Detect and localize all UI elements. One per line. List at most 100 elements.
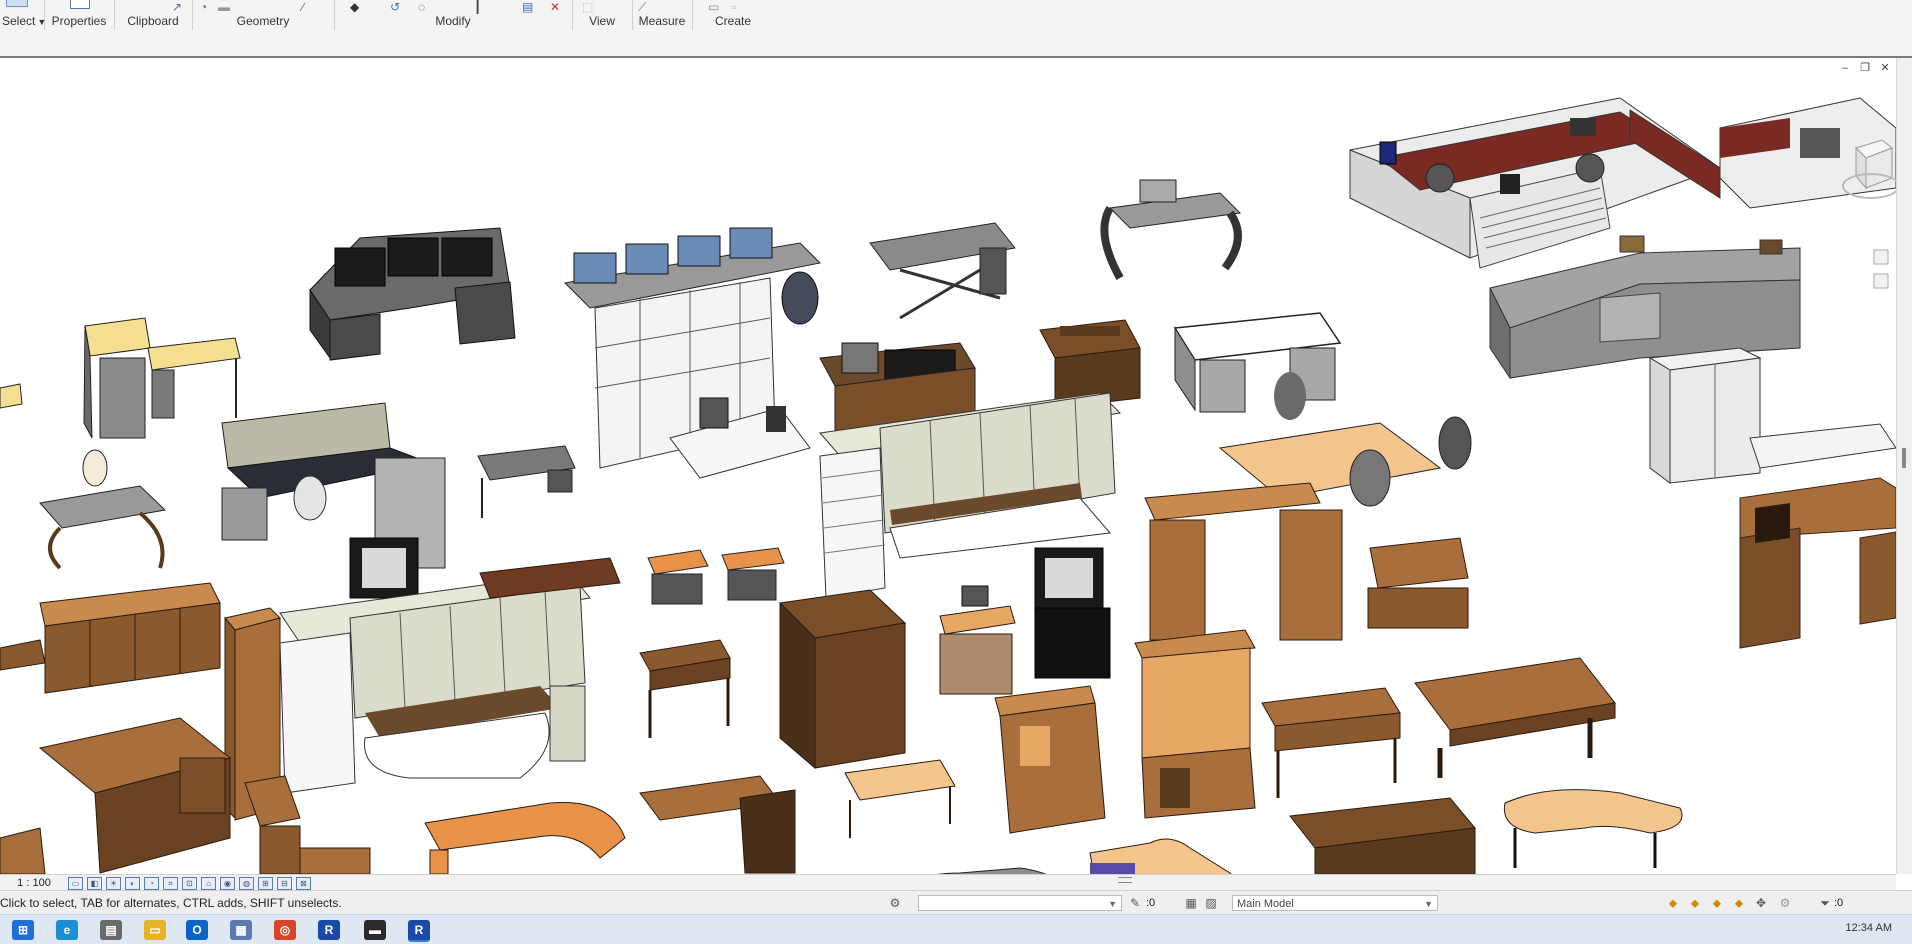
wood-desk-with-drawers[interactable] — [244, 775, 371, 874]
furniture-model-canvas[interactable] — [0, 58, 1896, 874]
join-icon[interactable]: ▬ — [218, 0, 230, 14]
simple-gray-desk[interactable] — [477, 445, 576, 518]
classic-writing-desk[interactable] — [1261, 687, 1401, 798]
array-icon[interactable]: ▤ — [522, 0, 533, 14]
drag-elements-icon[interactable]: ✥ — [1754, 896, 1768, 910]
small-student-desks[interactable] — [647, 547, 785, 605]
ornate-sculpted-desk[interactable] — [39, 449, 167, 570]
select-by-face-icon[interactable]: ⬥ — [1732, 896, 1746, 910]
wood-corner-desk[interactable] — [639, 775, 796, 874]
design-option-dropdown[interactable]: Main Model ▼ — [1232, 895, 1438, 911]
wood-hutch-right[interactable] — [1739, 423, 1896, 649]
chevron-down-icon[interactable]: ▼ — [1108, 896, 1117, 912]
editable-only-count: :0 — [1146, 897, 1156, 909]
standing-desk[interactable] — [869, 222, 1016, 320]
wood-hutch-desk[interactable] — [1134, 629, 1256, 819]
os-taskbar: ⊞ e ▤ ▭ O ▦ ◎ R ▬ R 12:34 AM — [0, 914, 1912, 944]
unlock-3d-icon[interactable]: ⌂ — [201, 876, 216, 890]
wood-writing-desk[interactable] — [639, 639, 731, 738]
3d-viewport[interactable]: – ❐ ✕ — [0, 58, 1896, 874]
restore-icon[interactable]: ❐ — [1858, 62, 1872, 74]
show-crop-icon[interactable]: ⊡ — [182, 876, 197, 890]
view-scale[interactable]: 1 : 100 — [0, 877, 68, 889]
highlight-displacement-icon[interactable]: ⊠ — [296, 876, 311, 890]
sculpted-gray-desk[interactable] — [1100, 179, 1242, 280]
kidney-desk[interactable] — [1089, 838, 1236, 874]
analytical-model-icon[interactable]: ⊟ — [277, 876, 292, 890]
modify-tool-icon[interactable] — [6, 0, 28, 7]
dark-wood-cabinet[interactable] — [778, 589, 907, 770]
create-parts-icon[interactable]: ▫ — [732, 0, 736, 14]
properties-icon[interactable] — [70, 0, 90, 9]
orange-curved-desk[interactable] — [424, 801, 626, 874]
hide-element-icon[interactable]: ⬚ — [582, 0, 593, 14]
outlook-icon[interactable]: O — [186, 920, 208, 940]
chrome-icon[interactable]: ◎ — [274, 920, 296, 940]
reveal-hidden-icon[interactable]: ◍ — [239, 876, 254, 890]
computer-armoire[interactable] — [994, 685, 1106, 834]
edge-icon[interactable]: e — [56, 920, 78, 940]
multi-monitor-workstation[interactable] — [563, 227, 822, 479]
rotate-icon[interactable]: ↺ — [390, 0, 400, 14]
explorer-icon[interactable]: ▭ — [144, 920, 166, 940]
scrollbar-thumb[interactable] — [1902, 448, 1906, 468]
horizontal-scroll-marker[interactable] — [1118, 877, 1132, 883]
create-assembly-icon[interactable]: ▭ — [708, 0, 719, 14]
revit-active-icon[interactable]: R — [408, 920, 430, 942]
executive-desk[interactable] — [1289, 797, 1476, 874]
design-options-icon[interactable]: ▦ — [1184, 896, 1198, 910]
vertical-scrollbar[interactable] — [1896, 58, 1912, 874]
wood-sideboard[interactable] — [39, 582, 221, 694]
gaming-computer-desk[interactable] — [309, 227, 516, 361]
ribbon-panel-geometry: ◔ ▬ ∕ Geometry — [192, 0, 335, 30]
light-wood-table[interactable] — [844, 759, 956, 838]
delete-icon[interactable]: ✕ — [550, 0, 560, 14]
minimize-icon[interactable]: – — [1838, 62, 1852, 74]
revit-icon[interactable]: R — [318, 920, 340, 940]
align-icon[interactable]: ◆ — [350, 0, 359, 14]
temporary-hide-icon[interactable]: ◉ — [220, 876, 235, 890]
select-links-icon[interactable]: ⬥ — [1666, 896, 1680, 910]
cut-icon[interactable]: ∕ — [302, 0, 304, 14]
cope-icon[interactable]: ◔ — [200, 0, 207, 14]
wood-l-shaped-desk[interactable] — [38, 717, 232, 874]
select-underlay-icon[interactable]: ⬥ — [1688, 896, 1702, 910]
filter-icon[interactable]: ⏷ — [1818, 896, 1832, 910]
tall-storage-cabinet[interactable] — [1648, 347, 1762, 484]
files-icon[interactable]: ▤ — [100, 920, 122, 940]
background-process-icon[interactable]: ⚙ — [1778, 896, 1792, 910]
ribbon-panel-properties[interactable]: Properties — [44, 0, 115, 30]
worksets-icon[interactable]: ⚙ — [888, 896, 902, 910]
paste-icon[interactable]: ↗ — [172, 0, 182, 14]
terminal-icon[interactable]: ▬ — [364, 920, 386, 940]
yellow-study-desk[interactable] — [83, 317, 241, 439]
workset-dropdown[interactable]: ▼ — [918, 895, 1122, 911]
shadows-icon[interactable]: ◐ — [125, 876, 140, 890]
render-icon[interactable]: ◔ — [144, 876, 159, 890]
select-pinned-icon[interactable]: ⬥ — [1710, 896, 1724, 910]
sun-path-icon[interactable]: ☀ — [106, 876, 121, 890]
exclude-options-icon[interactable]: ▨ — [1204, 896, 1218, 910]
system-clock[interactable]: 12:34 AM — [1846, 922, 1892, 934]
visual-style-icon[interactable]: ◧ — [87, 876, 102, 890]
calendar-icon[interactable]: ▦ — [230, 920, 252, 940]
detail-level-icon[interactable]: ▭ — [68, 876, 83, 890]
cream-storage-hutch[interactable] — [279, 557, 621, 794]
start-icon[interactable]: ⊞ — [12, 920, 34, 940]
chevron-down-icon[interactable]: ▼ — [1424, 896, 1433, 912]
split-icon[interactable]: ┃ — [474, 0, 481, 14]
trim-icon[interactable]: ◌ — [418, 0, 425, 14]
crop-view-icon[interactable]: ⌗ — [163, 876, 178, 890]
close-icon[interactable]: ✕ — [1878, 62, 1892, 74]
view-cube[interactable] — [1836, 58, 1896, 358]
trestle-table[interactable] — [1414, 657, 1616, 778]
curved-light-desk[interactable] — [1503, 789, 1683, 868]
worksharing-icon[interactable]: ⊞ — [258, 876, 273, 890]
computer-side-table[interactable] — [939, 585, 1016, 695]
edge-desk-fragments[interactable] — [0, 383, 46, 874]
ribbon-panel-select[interactable]: Select ▼ — [0, 0, 46, 30]
white-executive-desk[interactable] — [1173, 312, 1342, 420]
wood-desk-with-pedestals[interactable] — [1144, 482, 1469, 641]
measure-icon[interactable]: ⟋ — [638, 0, 646, 15]
editable-only-icon[interactable]: ✎ — [1128, 896, 1142, 910]
